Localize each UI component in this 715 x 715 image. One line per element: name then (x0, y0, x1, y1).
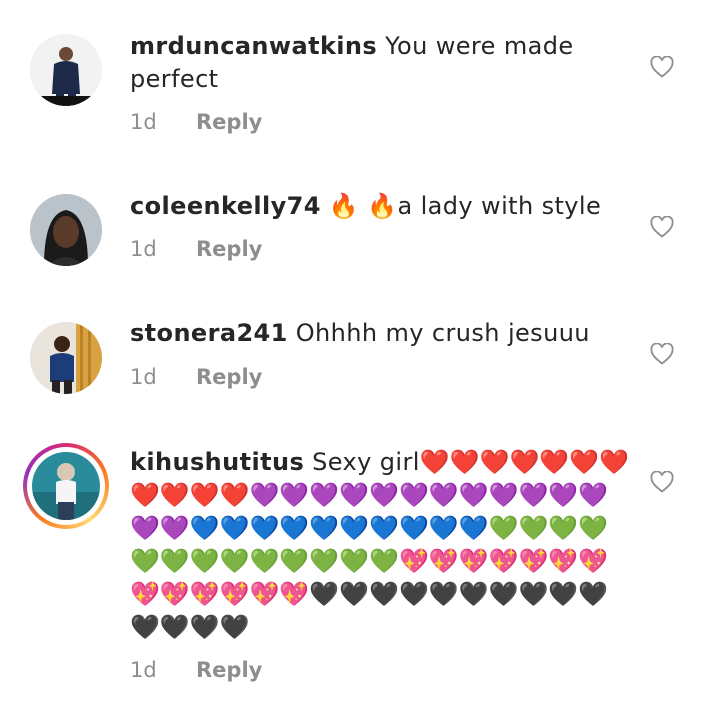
avatar (32, 452, 100, 520)
reply-button[interactable]: Reply (196, 110, 262, 134)
comment-meta: 1d Reply (130, 365, 262, 389)
heart-outline-icon (650, 471, 674, 493)
comment-username[interactable]: stonera241 (130, 319, 288, 347)
comment-text: coleenkelly74 🔥 🔥a lady with style (130, 190, 630, 223)
comment-body: Ohhhh my crush jesuuu (295, 319, 590, 347)
like-button[interactable] (650, 471, 674, 493)
comment-body: Sexy girl (312, 448, 420, 476)
comment-text: mrduncanwatkins You were made perfect (130, 30, 630, 96)
avatar-story-ring[interactable] (23, 443, 109, 529)
comment-timestamp: 1d (130, 110, 157, 134)
comment-meta: 1d Reply (130, 110, 262, 134)
comment-timestamp: 1d (130, 658, 157, 682)
comment-emoji: ❤️❤️❤️❤️❤️❤️❤️❤️❤️❤️❤️💜💜💜💜💜💜💜💜💜💜💜💜💜💜💙💙💙💙… (130, 448, 630, 641)
reply-button[interactable]: Reply (196, 658, 262, 682)
like-button[interactable] (650, 216, 674, 238)
reply-button[interactable]: Reply (196, 237, 262, 261)
comment-username[interactable]: coleenkelly74 (130, 192, 321, 220)
comment-text: stonera241 Ohhhh my crush jesuuu (130, 317, 630, 350)
comment-meta: 1d Reply (130, 658, 262, 682)
avatar[interactable] (30, 34, 102, 106)
reply-button[interactable]: Reply (196, 365, 262, 389)
avatar[interactable] (30, 194, 102, 266)
comment-body: 🔥 🔥a lady with style (328, 192, 602, 220)
heart-outline-icon (650, 343, 674, 365)
like-button[interactable] (650, 343, 674, 365)
comment-meta: 1d Reply (130, 237, 262, 261)
comment-timestamp: 1d (130, 365, 157, 389)
comment-text: kihushutitus Sexy girl❤️❤️❤️❤️❤️❤️❤️❤️❤️❤… (130, 446, 630, 644)
heart-outline-icon (650, 56, 674, 78)
avatar[interactable] (30, 322, 102, 394)
comment-username[interactable]: kihushutitus (130, 448, 304, 476)
comment-username[interactable]: mrduncanwatkins (130, 32, 377, 60)
comment-timestamp: 1d (130, 237, 157, 261)
heart-outline-icon (650, 216, 674, 238)
like-button[interactable] (650, 56, 674, 78)
